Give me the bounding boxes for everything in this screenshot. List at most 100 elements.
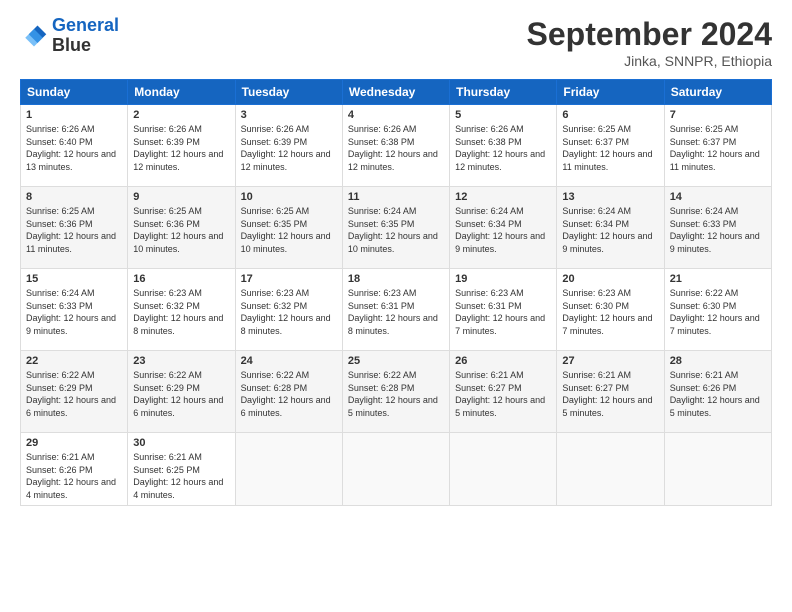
- day-info: Sunrise: 6:24 AMSunset: 6:34 PMDaylight:…: [455, 205, 551, 255]
- day-info: Sunrise: 6:23 AMSunset: 6:31 PMDaylight:…: [455, 287, 551, 337]
- calendar-cell: 21Sunrise: 6:22 AMSunset: 6:30 PMDayligh…: [664, 269, 771, 351]
- calendar-cell: 7 Sunrise: 6:25 AMSunset: 6:37 PMDaylight…: [664, 105, 771, 187]
- day-number: 25: [348, 355, 444, 367]
- day-number: 5: [455, 109, 551, 121]
- day-number: 24: [241, 355, 337, 367]
- logo: General Blue: [20, 16, 119, 56]
- calendar-day-header: Friday: [557, 80, 664, 105]
- calendar-cell: 9Sunrise: 6:25 AMSunset: 6:36 PMDaylight…: [128, 187, 235, 269]
- day-info: Sunrise: 6:22 AMSunset: 6:28 PMDaylight:…: [348, 369, 444, 419]
- day-info: Sunrise: 6:25 AMSunset: 6:37 PMDaylight:…: [670, 123, 766, 173]
- day-number: 23: [133, 355, 229, 367]
- day-info: Sunrise: 6:21 AMSunset: 6:26 PMDaylight:…: [670, 369, 766, 419]
- day-number: 14: [670, 191, 766, 203]
- logo-line2: Blue: [52, 36, 119, 56]
- calendar-cell: [557, 433, 664, 506]
- calendar-cell: 12 Sunrise: 6:24 AMSunset: 6:34 PMDayligh…: [450, 187, 557, 269]
- day-number: 30: [133, 437, 229, 449]
- title-block: September 2024 Jinka, SNNPR, Ethiopia: [527, 16, 772, 69]
- calendar-cell: 30 Sunrise: 6:21 AMSunset: 6:25 PMDayligh…: [128, 433, 235, 506]
- day-number: 26: [455, 355, 551, 367]
- day-number: 15: [26, 273, 122, 285]
- calendar-header-row: SundayMondayTuesdayWednesdayThursdayFrid…: [21, 80, 772, 105]
- calendar-cell: 24 Sunrise: 6:22 AMSunset: 6:28 PMDayligh…: [235, 351, 342, 433]
- day-info: Sunrise: 6:24 AMSunset: 6:33 PMDaylight:…: [670, 205, 766, 255]
- day-info: Sunrise: 6:23 AMSunset: 6:32 PMDaylight:…: [241, 287, 337, 337]
- day-info: Sunrise: 6:25 AMSunset: 6:36 PMDaylight:…: [26, 205, 122, 255]
- header: General Blue September 2024 Jinka, SNNPR…: [20, 16, 772, 69]
- day-info: Sunrise: 6:21 AMSunset: 6:25 PMDaylight:…: [133, 451, 229, 501]
- day-number: 3: [241, 109, 337, 121]
- calendar-cell: 10 Sunrise: 6:25 AMSunset: 6:35 PMDayligh…: [235, 187, 342, 269]
- logo-icon: [20, 22, 48, 50]
- page: General Blue September 2024 Jinka, SNNPR…: [0, 0, 792, 612]
- logo-line1: General: [52, 15, 119, 35]
- day-number: 11: [348, 191, 444, 203]
- day-info: Sunrise: 6:26 AMSunset: 6:39 PMDaylight:…: [133, 123, 229, 173]
- day-info: Sunrise: 6:24 AMSunset: 6:34 PMDaylight:…: [562, 205, 658, 255]
- calendar-day-header: Tuesday: [235, 80, 342, 105]
- day-info: Sunrise: 6:22 AMSunset: 6:29 PMDaylight:…: [26, 369, 122, 419]
- calendar-cell: 22Sunrise: 6:22 AMSunset: 6:29 PMDayligh…: [21, 351, 128, 433]
- day-info: Sunrise: 6:24 AMSunset: 6:35 PMDaylight:…: [348, 205, 444, 255]
- calendar-cell: 14 Sunrise: 6:24 AMSunset: 6:33 PMDayligh…: [664, 187, 771, 269]
- day-info: Sunrise: 6:22 AMSunset: 6:30 PMDaylight:…: [670, 287, 766, 337]
- calendar-day-header: Monday: [128, 80, 235, 105]
- calendar-cell: 20 Sunrise: 6:23 AMSunset: 6:30 PMDayligh…: [557, 269, 664, 351]
- calendar-day-header: Sunday: [21, 80, 128, 105]
- day-number: 9: [133, 191, 229, 203]
- calendar: SundayMondayTuesdayWednesdayThursdayFrid…: [20, 79, 772, 506]
- calendar-cell: 16 Sunrise: 6:23 AMSunset: 6:32 PMDayligh…: [128, 269, 235, 351]
- calendar-cell: 25 Sunrise: 6:22 AMSunset: 6:28 PMDayligh…: [342, 351, 449, 433]
- calendar-cell: [450, 433, 557, 506]
- day-info: Sunrise: 6:23 AMSunset: 6:30 PMDaylight:…: [562, 287, 658, 337]
- calendar-day-header: Wednesday: [342, 80, 449, 105]
- calendar-cell: 1Sunrise: 6:26 AMSunset: 6:40 PMDaylight…: [21, 105, 128, 187]
- calendar-cell: 3Sunrise: 6:26 AMSunset: 6:39 PMDaylight…: [235, 105, 342, 187]
- calendar-cell: 28 Sunrise: 6:21 AMSunset: 6:26 PMDayligh…: [664, 351, 771, 433]
- day-number: 4: [348, 109, 444, 121]
- day-number: 20: [562, 273, 658, 285]
- day-info: Sunrise: 6:23 AMSunset: 6:32 PMDaylight:…: [133, 287, 229, 337]
- day-info: Sunrise: 6:21 AMSunset: 6:27 PMDaylight:…: [455, 369, 551, 419]
- day-info: Sunrise: 6:26 AMSunset: 6:40 PMDaylight:…: [26, 123, 122, 173]
- day-number: 8: [26, 191, 122, 203]
- day-info: Sunrise: 6:22 AMSunset: 6:28 PMDaylight:…: [241, 369, 337, 419]
- day-number: 13: [562, 191, 658, 203]
- day-number: 18: [348, 273, 444, 285]
- calendar-cell: [342, 433, 449, 506]
- calendar-cell: 18 Sunrise: 6:23 AMSunset: 6:31 PMDayligh…: [342, 269, 449, 351]
- calendar-day-header: Saturday: [664, 80, 771, 105]
- day-info: Sunrise: 6:25 AMSunset: 6:37 PMDaylight:…: [562, 123, 658, 173]
- day-number: 28: [670, 355, 766, 367]
- day-info: Sunrise: 6:21 AMSunset: 6:27 PMDaylight:…: [562, 369, 658, 419]
- day-info: Sunrise: 6:26 AMSunset: 6:38 PMDaylight:…: [348, 123, 444, 173]
- day-number: 16: [133, 273, 229, 285]
- calendar-cell: 4 Sunrise: 6:26 AMSunset: 6:38 PMDaylight…: [342, 105, 449, 187]
- calendar-cell: 17Sunrise: 6:23 AMSunset: 6:32 PMDayligh…: [235, 269, 342, 351]
- day-number: 29: [26, 437, 122, 449]
- logo-text: General Blue: [52, 16, 119, 56]
- day-number: 7: [670, 109, 766, 121]
- calendar-cell: 6 Sunrise: 6:25 AMSunset: 6:37 PMDaylight…: [557, 105, 664, 187]
- calendar-cell: 15Sunrise: 6:24 AMSunset: 6:33 PMDayligh…: [21, 269, 128, 351]
- day-number: 19: [455, 273, 551, 285]
- calendar-cell: 11 Sunrise: 6:24 AMSunset: 6:35 PMDayligh…: [342, 187, 449, 269]
- calendar-cell: 26 Sunrise: 6:21 AMSunset: 6:27 PMDayligh…: [450, 351, 557, 433]
- day-info: Sunrise: 6:22 AMSunset: 6:29 PMDaylight:…: [133, 369, 229, 419]
- day-number: 27: [562, 355, 658, 367]
- calendar-cell: 2 Sunrise: 6:26 AMSunset: 6:39 PMDaylight…: [128, 105, 235, 187]
- calendar-cell: 27 Sunrise: 6:21 AMSunset: 6:27 PMDayligh…: [557, 351, 664, 433]
- calendar-cell: 29 Sunrise: 6:21 AMSunset: 6:26 PMDayligh…: [21, 433, 128, 506]
- day-info: Sunrise: 6:25 AMSunset: 6:35 PMDaylight:…: [241, 205, 337, 255]
- day-number: 6: [562, 109, 658, 121]
- day-number: 10: [241, 191, 337, 203]
- main-title: September 2024: [527, 16, 772, 53]
- sub-title: Jinka, SNNPR, Ethiopia: [527, 53, 772, 69]
- calendar-day-header: Thursday: [450, 80, 557, 105]
- calendar-cell: 5Sunrise: 6:26 AMSunset: 6:38 PMDaylight…: [450, 105, 557, 187]
- day-info: Sunrise: 6:21 AMSunset: 6:26 PMDaylight:…: [26, 451, 122, 501]
- day-number: 2: [133, 109, 229, 121]
- day-info: Sunrise: 6:23 AMSunset: 6:31 PMDaylight:…: [348, 287, 444, 337]
- day-number: 12: [455, 191, 551, 203]
